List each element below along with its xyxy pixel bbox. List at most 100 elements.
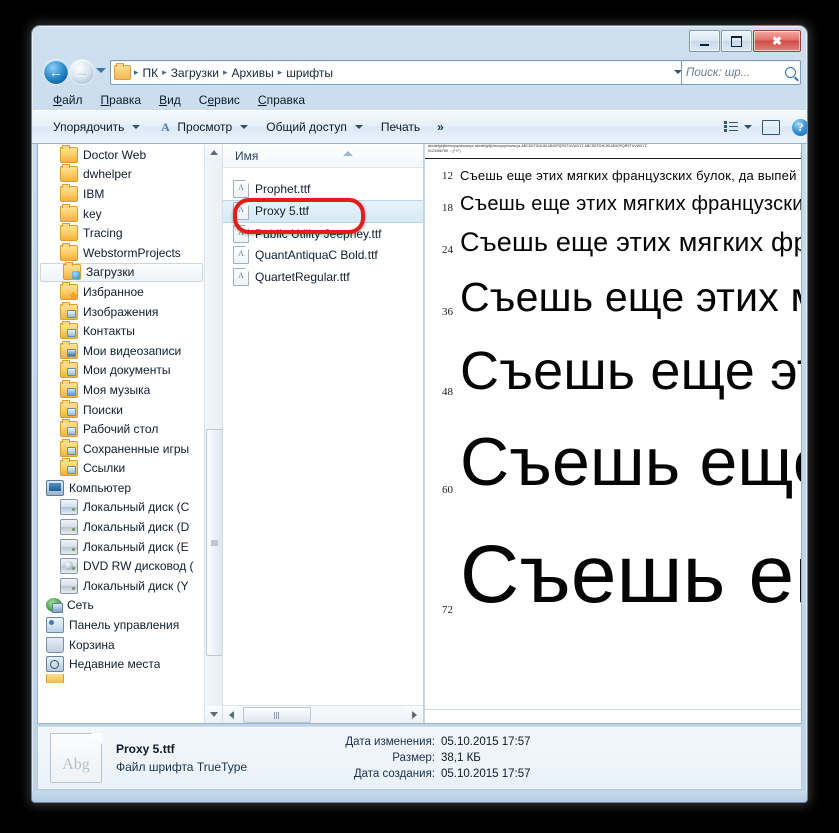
search-input[interactable]: Поиск: шр... xyxy=(686,67,783,79)
sample-size-label: 48 xyxy=(442,386,453,398)
more-commands-button[interactable]: » xyxy=(429,116,451,138)
tree-item-drive-c[interactable]: Локальный диск (C xyxy=(38,498,205,518)
sample-size-label: 12 xyxy=(442,170,453,182)
breadcrumb-item-0[interactable]: ПК xyxy=(140,66,162,80)
scrollbar-thumb[interactable] xyxy=(243,707,311,723)
share-button[interactable]: Общий доступ xyxy=(257,116,372,138)
address-bar-row: ← → ▸ ПК ▸ Загрузки ▸ Архивы ▸ шрифты ↺ … xyxy=(32,56,807,89)
maximize-button[interactable] xyxy=(721,30,752,52)
share-label: Общий доступ xyxy=(266,120,347,134)
details-row-modified: Дата изменения: 05.10.2015 17:57 xyxy=(311,734,801,750)
scroll-right-button[interactable] xyxy=(406,706,423,723)
forward-button[interactable]: → xyxy=(70,60,94,84)
tree-item-recycle-bin[interactable]: Корзина xyxy=(38,635,205,655)
pictures-folder-icon xyxy=(60,301,78,320)
window-controls: ✖ xyxy=(688,30,801,52)
file-row-proxy-5[interactable]: Proxy 5.ttf xyxy=(223,199,423,223)
tree-item-ibm[interactable]: IBM xyxy=(38,183,205,204)
minimize-button[interactable] xyxy=(689,30,720,52)
tree-item-desktop[interactable]: Рабочий стол xyxy=(38,419,205,439)
menu-edit[interactable]: Правка xyxy=(92,91,151,109)
tree-item-label: Компьютер xyxy=(69,480,132,495)
details-label: Дата создания: xyxy=(353,768,435,780)
recent-pages-chevron-icon[interactable] xyxy=(96,68,106,73)
chevron-down-icon[interactable] xyxy=(744,125,752,129)
menu-file[interactable]: Файл xyxy=(44,91,92,109)
file-row-public-utility-jeepney[interactable]: Public Utility Jeepney.ttf xyxy=(223,223,423,245)
tree-item-favorites[interactable]: Избранное xyxy=(38,281,205,302)
search-box[interactable]: Поиск: шр... xyxy=(681,60,801,85)
file-list-horizontal-scrollbar[interactable] xyxy=(223,705,423,723)
breadcrumb-item-3[interactable]: шрифты xyxy=(283,66,336,80)
tree-item-key[interactable]: key xyxy=(38,203,205,224)
sample-text: Съешь еще этих мягких французских булок,… xyxy=(460,341,801,401)
address-bar[interactable]: ▸ ПК ▸ Загрузки ▸ Архивы ▸ шрифты xyxy=(110,60,689,85)
organize-button[interactable]: Упорядочить xyxy=(44,116,149,138)
preview-pane-toggle-icon[interactable] xyxy=(762,119,780,135)
folder-tree: Doctor Web dwhelper IBM key Tracing Webs… xyxy=(38,144,205,723)
tree-item-drive-y[interactable]: Локальный диск (Y xyxy=(38,576,205,596)
tree-item-saved-games[interactable]: Сохраненные игры xyxy=(38,438,205,459)
tree-item-downloads[interactable]: Загрузки xyxy=(40,262,203,283)
file-row-prophet[interactable]: Prophet.ttf xyxy=(223,178,423,200)
file-name: QuantAntiquaC Bold.ttf xyxy=(255,248,378,263)
tree-item-label: Корзина xyxy=(69,637,115,652)
scroll-down-button[interactable] xyxy=(205,706,222,723)
contacts-folder-icon xyxy=(60,321,78,340)
folder-icon xyxy=(60,164,78,183)
breadcrumb-item-2[interactable]: Архивы xyxy=(229,66,277,80)
tree-item-music[interactable]: Моя музыка xyxy=(38,379,205,400)
file-row-quantantiquac-bold[interactable]: QuantAntiquaC Bold.ttf xyxy=(223,245,423,267)
menu-tools[interactable]: Сервис xyxy=(190,91,249,109)
chevron-left-icon xyxy=(229,710,234,719)
control-panel-icon xyxy=(46,617,64,634)
folder-icon xyxy=(60,242,78,261)
menu-view[interactable]: Вид xyxy=(150,91,190,109)
tree-item-tracing[interactable]: Tracing xyxy=(38,223,205,243)
tree-item-drive-e[interactable]: Локальный диск (E xyxy=(38,537,205,557)
scrollbar-thumb[interactable] xyxy=(206,429,222,656)
tree-item-webstormprojects[interactable]: WebstormProjects xyxy=(38,242,205,263)
tree-item-control-panel[interactable]: Панель управления xyxy=(38,615,205,635)
tree-item-drive-d[interactable]: Локальный диск (D xyxy=(38,517,205,537)
close-button[interactable]: ✖ xyxy=(753,30,801,52)
favorites-folder-icon xyxy=(60,281,78,302)
print-button[interactable]: Печать xyxy=(372,116,429,138)
file-list-pane: Имя Prophet.ttf Proxy 5.ttf Public Utili… xyxy=(223,144,424,723)
scroll-up-button[interactable] xyxy=(205,144,222,161)
tree-item-dvd-drive[interactable]: DVD RW дисковод ( xyxy=(38,556,205,576)
tree-item-label: DVD RW дисковод ( xyxy=(83,559,194,574)
tree-item-network[interactable]: Сеть xyxy=(38,596,205,616)
sample-size-label: 18 xyxy=(442,202,453,214)
title-bar[interactable]: ✖ xyxy=(32,26,807,56)
tree-item-contacts[interactable]: Контакты xyxy=(38,321,205,341)
tree-item-partial[interactable] xyxy=(38,674,205,684)
file-row-quartetregular[interactable]: QuartetRegular.ttf xyxy=(223,266,423,288)
menu-help[interactable]: Справка xyxy=(249,91,314,109)
tree-item-recent-places[interactable]: Недавние места xyxy=(38,654,205,674)
tree-item-links[interactable]: Ссылки xyxy=(38,458,205,479)
back-button[interactable]: ← xyxy=(44,60,68,84)
font-size-samples: 12 Съешь еще этих мягких французских бул… xyxy=(425,158,801,709)
saved-games-folder-icon xyxy=(60,438,78,457)
tree-item-videos[interactable]: Мои видеозаписи xyxy=(38,340,205,361)
tree-item-label: Контакты xyxy=(83,324,135,339)
tree-item-label: Локальный диск (C xyxy=(83,500,190,515)
scroll-left-button[interactable] xyxy=(223,706,240,723)
sort-ascending-icon xyxy=(343,150,353,156)
sample-row-36: 36 Съешь еще этих мягких французских бул… xyxy=(425,256,801,319)
tree-item-documents[interactable]: Мои документы xyxy=(38,360,205,381)
file-name: Public Utility Jeepney.ttf xyxy=(255,226,382,241)
change-view-icon[interactable] xyxy=(724,120,739,134)
nav-pane-scrollbar[interactable] xyxy=(204,144,222,723)
tree-item-computer[interactable]: Компьютер xyxy=(38,478,205,498)
preview-button[interactable]: A Просмотр xyxy=(149,116,257,138)
tree-item-searches[interactable]: Поиски xyxy=(38,399,205,420)
column-header-name[interactable]: Имя xyxy=(223,149,423,163)
breadcrumb-item-1[interactable]: Загрузки xyxy=(168,66,222,80)
drive-icon xyxy=(60,519,78,536)
tree-item-dwhelper[interactable]: dwhelper xyxy=(38,164,205,185)
tree-item-doctor-web[interactable]: Doctor Web xyxy=(38,144,205,165)
help-icon[interactable]: ? xyxy=(792,118,807,136)
tree-item-pictures[interactable]: Изображения xyxy=(38,301,205,322)
